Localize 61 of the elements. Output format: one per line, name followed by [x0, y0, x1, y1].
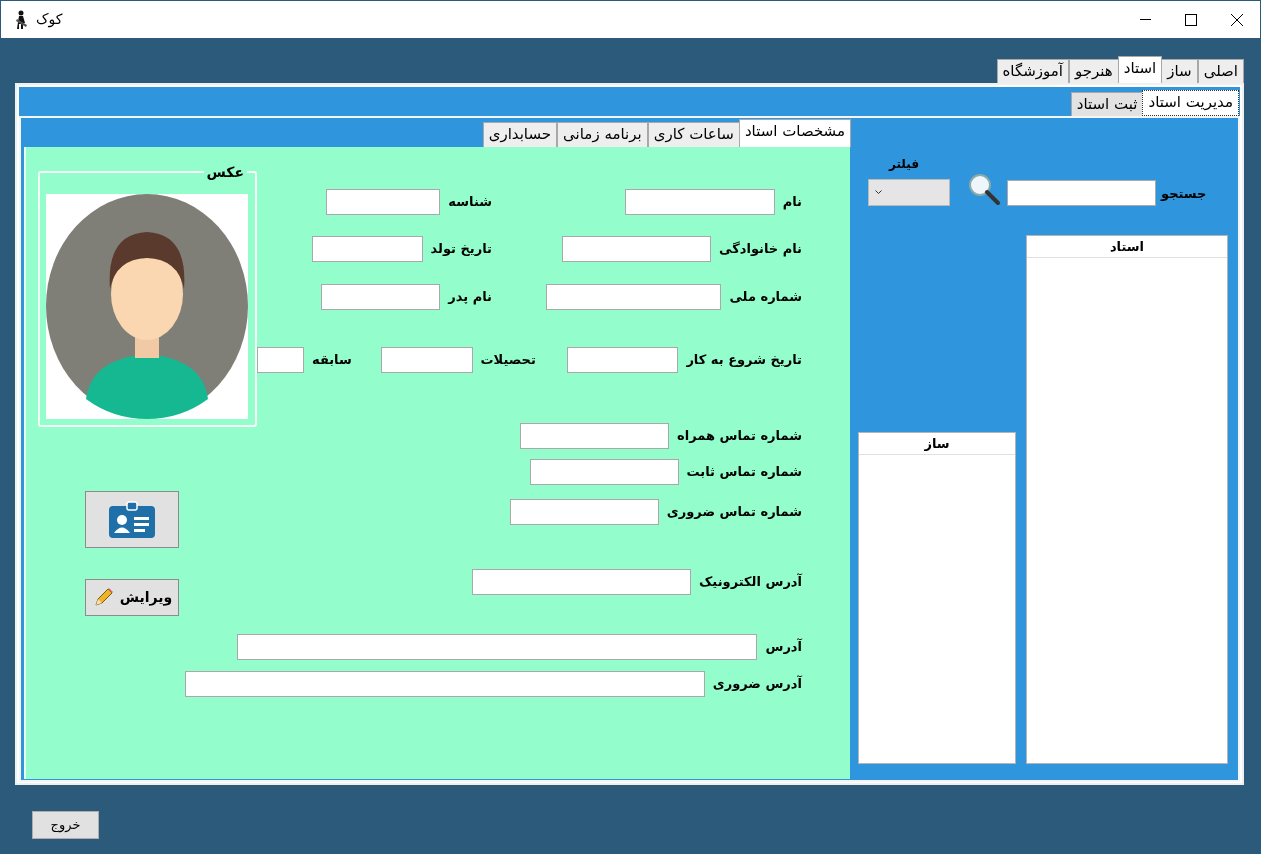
tab[interactable]: استاد [1117, 56, 1163, 83]
field-label: نام خانوادگی [719, 240, 802, 259]
input-field[interactable] [257, 347, 304, 373]
tab[interactable]: ثبت استاد [1070, 92, 1144, 116]
tab[interactable]: ساز [1161, 59, 1198, 83]
input-field[interactable] [184, 671, 705, 697]
tab[interactable]: اصلی [1197, 59, 1244, 83]
field-label: تحصیلات [480, 351, 536, 370]
avatar-icon [46, 194, 248, 419]
field-label: شماره تماس ثابت [686, 463, 802, 482]
field-label: سابقه [312, 351, 352, 370]
list-box[interactable]: استاد [1026, 235, 1228, 764]
id-card-button[interactable] [85, 491, 179, 548]
guitarist-icon [14, 9, 30, 30]
input-field[interactable] [311, 236, 423, 262]
field-label: نام پدر [448, 288, 492, 307]
caret-icon [875, 190, 882, 195]
field-label: شماره تماس همراه [677, 427, 802, 446]
exit-button[interactable]: خروج [32, 811, 99, 839]
field-label: آدرس [765, 637, 802, 657]
tab[interactable]: حسابداری [482, 122, 558, 147]
search-field[interactable] [1007, 180, 1156, 206]
input-field[interactable] [472, 569, 692, 595]
input-field[interactable] [567, 347, 679, 373]
search-icon[interactable] [967, 172, 1001, 206]
field-label: شماره تماس ضروری [666, 503, 802, 522]
tab[interactable]: مدیریت استاد [1142, 90, 1239, 116]
list-box[interactable]: ساز [858, 432, 1016, 764]
input-field[interactable] [509, 499, 659, 525]
list-header: ساز [859, 433, 1015, 455]
field-label: تاریخ تولد [430, 240, 492, 259]
tab[interactable]: ساعات کاری [647, 122, 740, 147]
field-label: آدرس الکترونیک [699, 572, 802, 592]
field-label: نام [782, 193, 802, 212]
input-field[interactable] [326, 189, 441, 215]
minimize-icon [1139, 18, 1151, 21]
maximize-icon [1185, 13, 1197, 26]
field-label: تاریخ شروع به کار [686, 351, 802, 370]
input-field[interactable] [380, 347, 473, 373]
field-label: شماره ملی [729, 288, 802, 307]
field-label: شناسه [448, 193, 492, 212]
input-field[interactable] [529, 459, 679, 485]
input-field[interactable] [562, 236, 712, 262]
window-title: کوک [36, 10, 63, 30]
tab[interactable]: هنرجو [1069, 59, 1119, 83]
id-card-icon [107, 499, 157, 540]
field-label: آدرس ضروری [712, 674, 802, 694]
input-field[interactable] [321, 284, 441, 310]
close-icon [1231, 13, 1243, 26]
edit-button[interactable]: ویرایش [85, 579, 179, 616]
input-field[interactable] [546, 284, 722, 310]
input-field[interactable] [520, 423, 670, 449]
search-label: جستجو [1161, 184, 1207, 203]
tab[interactable]: برنامه زمانی [557, 122, 648, 147]
tab[interactable]: مشخصات استاد [738, 119, 851, 147]
list-header: استاد [1027, 236, 1227, 258]
filter-dropdown[interactable] [868, 179, 950, 206]
input-field[interactable] [237, 634, 758, 660]
input-field[interactable] [624, 189, 775, 215]
filter-label: فیلتر [887, 156, 920, 173]
tab[interactable]: آموزشگاه [996, 59, 1069, 83]
